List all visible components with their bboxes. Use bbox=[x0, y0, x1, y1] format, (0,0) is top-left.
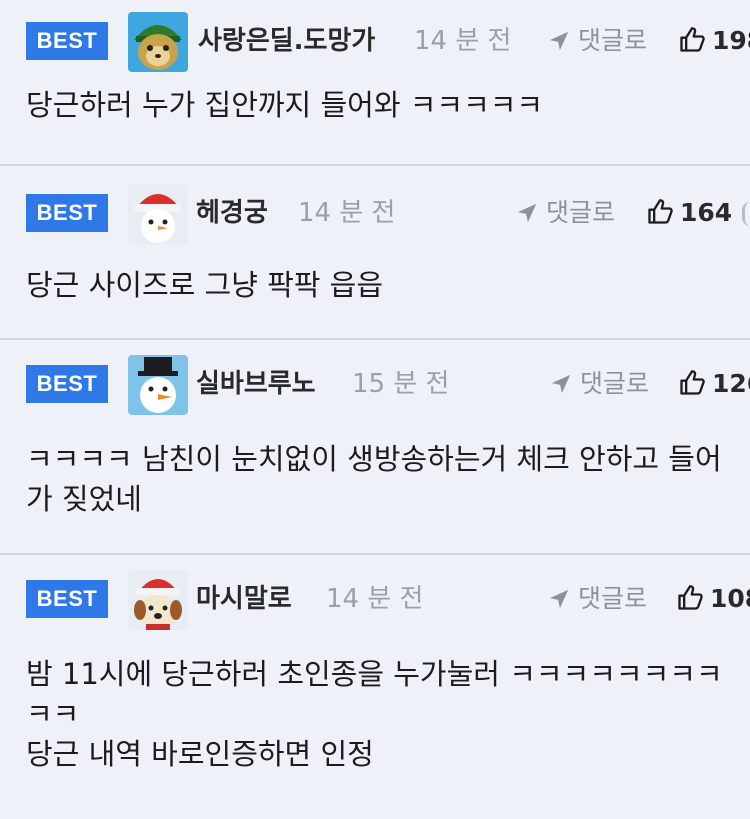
send-arrow-icon bbox=[549, 589, 569, 609]
comment-item: BEST 사랑은딜.도망가 14 분 전 댓글로 198 당근하러 누가 집안까… bbox=[0, 0, 750, 166]
comment-line: 당근 내역 바로인증하면 인정 bbox=[26, 737, 374, 771]
comment-line: 당근 사이즈로 그냥 팍팍 읍읍 bbox=[26, 268, 384, 302]
reply-button[interactable]: 댓글로 bbox=[516, 194, 615, 232]
reply-button[interactable]: 댓글로 bbox=[548, 22, 647, 60]
best-badge: BEST bbox=[26, 365, 108, 403]
more-options-edge[interactable] bbox=[742, 202, 750, 226]
best-badge: BEST bbox=[26, 580, 108, 618]
reply-label: 댓글로 bbox=[580, 369, 650, 398]
username[interactable]: 마시말로 bbox=[196, 580, 292, 618]
comment-item: BEST 실바브루노 15 분 전 댓글로 126 ㅋㅋㅋㅋ 남친이 눈치없이 … bbox=[0, 340, 750, 555]
timestamp: 14 분 전 bbox=[326, 584, 424, 614]
username[interactable]: 사랑은딜.도망가 bbox=[198, 22, 375, 60]
avatar[interactable] bbox=[128, 184, 188, 244]
comment-line: 당근하러 누가 집안까지 들어와 ㅋㅋㅋㅋㅋ bbox=[26, 88, 544, 122]
comment-text: ㅋㅋㅋㅋ 남친이 눈치없이 생방송하는거 체크 안하고 들어 가 짖었네 bbox=[26, 439, 750, 519]
comment-header: BEST 사랑은딜.도망가 14 분 전 댓글로 198 bbox=[0, 12, 750, 72]
like-button[interactable]: 198 bbox=[678, 22, 750, 60]
avatar[interactable] bbox=[128, 570, 188, 630]
avatar[interactable] bbox=[128, 355, 188, 415]
thumbs-up-icon bbox=[678, 585, 703, 610]
reply-label: 댓글로 bbox=[578, 584, 648, 613]
like-count: 164 bbox=[680, 198, 733, 227]
thumbs-up-icon bbox=[648, 199, 673, 224]
like-button[interactable]: 126 bbox=[678, 365, 750, 403]
like-button[interactable]: 164 bbox=[646, 194, 732, 232]
best-badge: BEST bbox=[26, 22, 108, 60]
comment-header: BEST 헤경궁 14 분 전 댓글로 164 bbox=[0, 184, 750, 244]
comment-text: 당근 사이즈로 그냥 팍팍 읍읍 bbox=[26, 265, 750, 305]
reply-label: 댓글로 bbox=[578, 26, 648, 55]
like-count: 108 bbox=[710, 584, 750, 613]
timestamp: 14 분 전 bbox=[414, 26, 512, 56]
reply-label: 댓글로 bbox=[546, 198, 616, 227]
best-badge: BEST bbox=[26, 194, 108, 232]
username[interactable]: 실바브루노 bbox=[196, 365, 316, 403]
timestamp: 15 분 전 bbox=[352, 369, 450, 399]
like-count: 126 bbox=[712, 369, 750, 398]
like-count: 198 bbox=[712, 26, 750, 55]
thumbs-up-icon bbox=[680, 27, 705, 52]
thumbs-up-icon bbox=[680, 370, 705, 395]
send-arrow-icon bbox=[551, 374, 571, 394]
comment-line: 가 짖었네 bbox=[26, 482, 142, 516]
timestamp: 14 분 전 bbox=[298, 198, 396, 228]
comment-text: 밤 11시에 당근하러 초인종을 누가눌러 ㅋㅋㅋㅋㅋㅋㅋㅋ ㅋㅋ 당근 내역 … bbox=[26, 654, 750, 774]
comment-text: 당근하러 누가 집안까지 들어와 ㅋㅋㅋㅋㅋ bbox=[26, 85, 750, 125]
send-arrow-icon bbox=[517, 203, 537, 223]
reply-button[interactable]: 댓글로 bbox=[550, 365, 649, 403]
comment-line: 밤 11시에 당근하러 초인종을 누가눌러 ㅋㅋㅋㅋㅋㅋㅋㅋ bbox=[26, 657, 723, 691]
send-arrow-icon bbox=[549, 31, 569, 51]
username[interactable]: 헤경궁 bbox=[196, 194, 268, 232]
reply-button[interactable]: 댓글로 bbox=[548, 580, 647, 618]
comment-item: BEST 마시말로 14 분 전 댓글로 108 밤 11시에 당근하러 bbox=[0, 555, 750, 819]
comment-item: BEST 헤경궁 14 분 전 댓글로 164 당근 사이즈로 그냥 팍팍 읍읍 bbox=[0, 166, 750, 340]
avatar[interactable] bbox=[128, 12, 188, 72]
like-button[interactable]: 108 bbox=[676, 580, 750, 618]
comment-header: BEST 실바브루노 15 분 전 댓글로 126 bbox=[0, 355, 750, 415]
comment-line: ㅋㅋ bbox=[26, 697, 80, 731]
comment-header: BEST 마시말로 14 분 전 댓글로 108 bbox=[0, 570, 750, 630]
comment-line: ㅋㅋㅋㅋ 남친이 눈치없이 생방송하는거 체크 안하고 들어 bbox=[26, 442, 722, 476]
